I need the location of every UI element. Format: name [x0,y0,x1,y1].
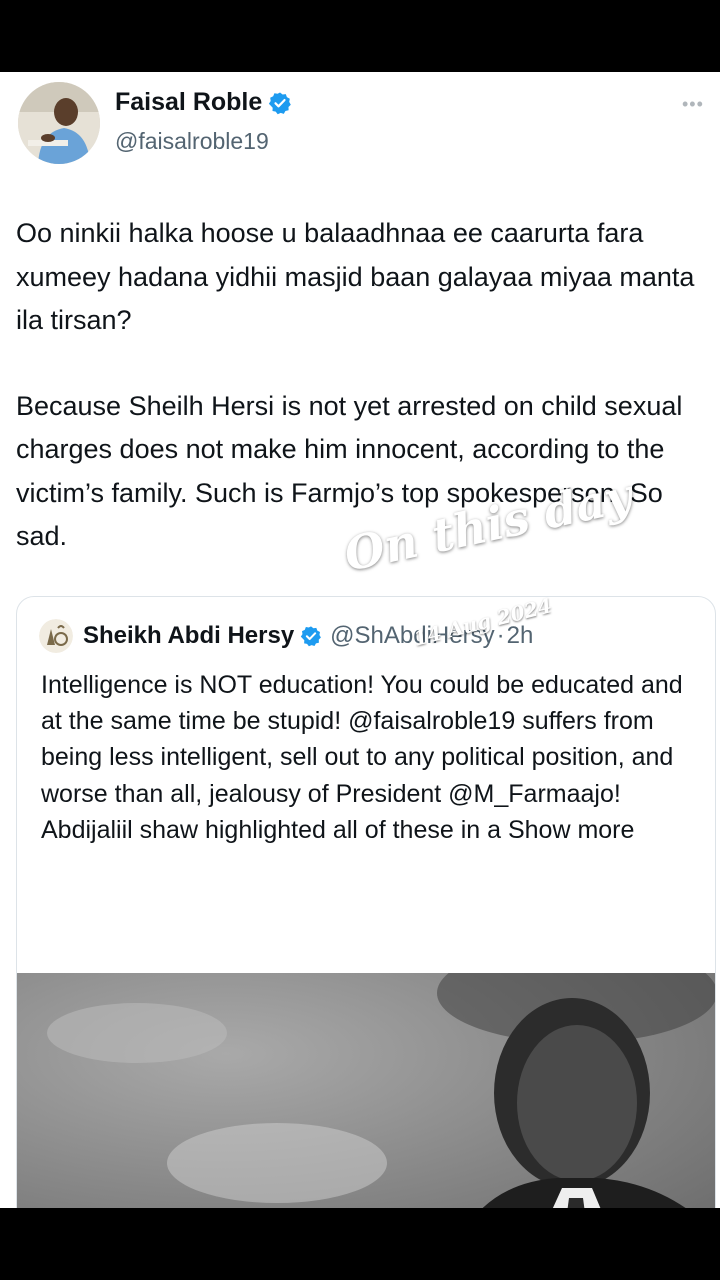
more-options-icon[interactable]: ••• [682,94,704,115]
quoted-tweet-text: Intelligence is NOT education! You could… [41,671,683,844]
quoted-author-name[interactable]: Sheikh Abdi Hersy [83,622,294,650]
verified-badge-icon [269,92,292,114]
author-avatar[interactable] [18,82,100,164]
tweet-card: Faisal Roble @faisalroble19 ••• Oo ninki… [0,72,720,1208]
verified-badge-icon [300,626,322,647]
tweet-paragraph: Oo ninkii halka hoose u balaadhnaa ee ca… [16,218,695,335]
top-black-bar [0,0,720,72]
author-handle[interactable]: @faisalroble19 [115,128,269,155]
quoted-author-avatar[interactable] [39,619,73,653]
author-name-row: Faisal Roble [115,88,292,117]
quoted-tweet[interactable]: Sheikh Abdi Hersy @ShAbdiHersy · 2h Inte… [16,596,716,1208]
author-name[interactable]: Faisal Roble [115,88,262,117]
bottom-black-bar [0,1208,720,1280]
quoted-tweet-image[interactable] [17,973,715,1208]
